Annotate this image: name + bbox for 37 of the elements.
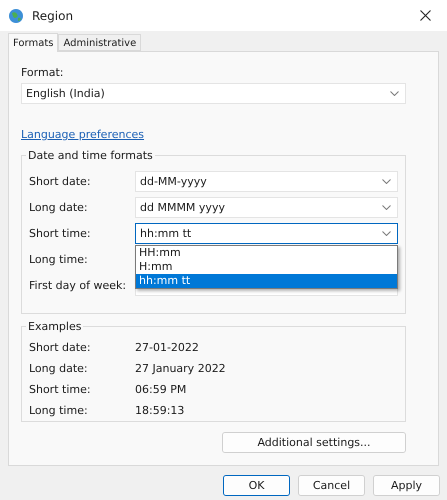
additional-settings-button[interactable]: Additional settings... [222,432,406,453]
group-title: Examples [27,320,82,334]
field-label: Short time: [29,226,92,240]
format-dropdown[interactable]: hh:mm tt [135,222,398,244]
globe-icon [8,8,24,24]
format-dropdown[interactable]: dd MMMM yyyy [135,196,398,218]
dropdown-option[interactable]: HH:mm [136,246,397,260]
dropdown-option[interactable]: hh:mm tt [136,274,397,288]
window-title: Region [32,8,74,22]
example-value: 27 January 2022 [135,362,227,376]
group-title: Date and time formats [27,148,154,162]
format-label: Format: [21,66,64,79]
example-label: Short time: [29,383,92,396]
dropdown-option[interactable]: H:mm [136,260,397,274]
field-label: First day of week: [29,278,128,292]
chevron-down-icon [382,204,391,210]
dialog-button[interactable]: Cancel [298,475,365,496]
field-label: Long date: [29,200,89,214]
format-dropdown[interactable]: dd-MM-yyyy [135,170,398,192]
example-label: Short date: [29,341,92,354]
format-dropdown[interactable]: English (India) [21,83,406,104]
example-value: 27-01-2022 [135,341,200,354]
chevron-down-icon [382,230,391,236]
example-value: 06:59 PM [135,383,188,396]
example-label: Long date: [29,362,89,376]
tab[interactable]: Formats [8,33,58,52]
close-icon[interactable] [420,10,431,21]
language-preferences-link[interactable]: Language preferences [21,128,144,141]
example-value: 18:59:13 [135,404,186,418]
chevron-down-icon [390,90,399,96]
field-label: Long time: [29,252,89,266]
field-label: Short date: [29,174,92,188]
dialog-button[interactable]: OK [223,475,290,496]
tab[interactable]: Administrative [58,34,142,51]
dialog-button[interactable]: Apply [373,475,440,496]
chevron-down-icon [382,178,391,184]
example-label: Long time: [29,404,89,418]
